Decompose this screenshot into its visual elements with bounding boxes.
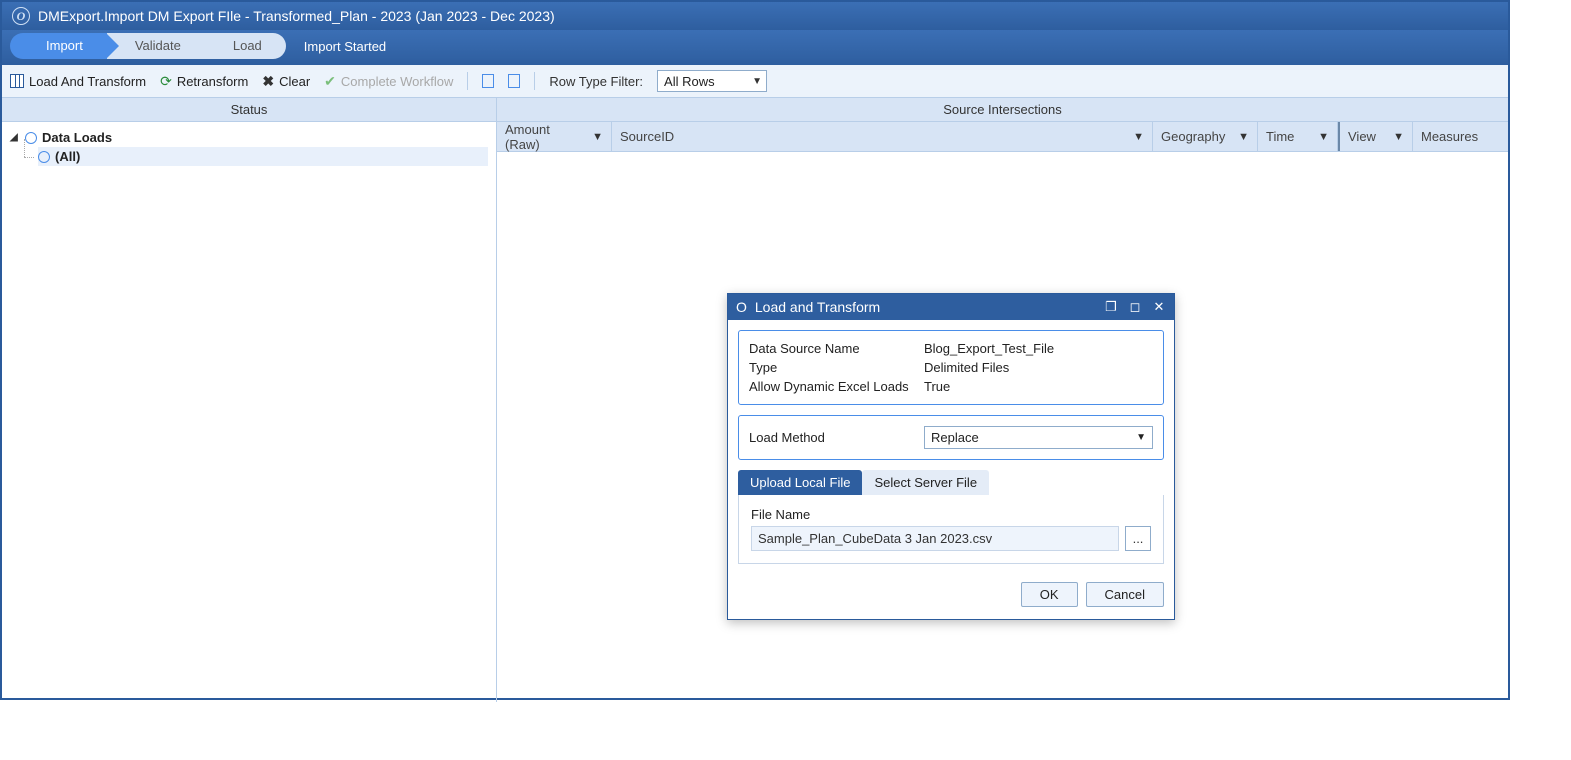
tab-upload-local-file[interactable]: Upload Local File	[738, 470, 862, 495]
grid-icon	[10, 74, 24, 88]
load-and-transform-button[interactable]: Load And Transform	[10, 74, 146, 89]
doc-action-2-button[interactable]	[508, 74, 520, 88]
retransform-button[interactable]: ⟳ Retransform	[160, 73, 248, 90]
x-icon: ✖	[262, 73, 274, 90]
toolbar: Load And Transform ⟳ Retransform ✖ Clear…	[2, 65, 1508, 98]
maximize-icon[interactable]: ◻	[1128, 300, 1142, 314]
ds-allow-label: Allow Dynamic Excel Loads	[749, 379, 924, 394]
ds-allow-value: True	[924, 379, 950, 394]
step-validate[interactable]: Validate	[107, 33, 205, 59]
file-source-tabs: Upload Local File Select Server File	[738, 470, 1164, 495]
row-type-filter-label: Row Type Filter:	[549, 74, 643, 89]
status-tree: ◢ Data Loads (All)	[2, 122, 496, 172]
toolbar-separator	[467, 72, 468, 90]
ds-type-label: Type	[749, 360, 924, 375]
ok-button[interactable]: OK	[1021, 582, 1078, 607]
document-icon	[482, 74, 494, 88]
toolbar-separator	[534, 72, 535, 90]
dialog-footer: OK Cancel	[728, 574, 1174, 619]
title-text: DMExport.Import DM Export FIle - Transfo…	[38, 8, 555, 24]
tree-caret-icon[interactable]: ◢	[10, 132, 20, 143]
load-method-fieldset: Load Method Replace ▼	[738, 415, 1164, 460]
file-name-input[interactable]: Sample_Plan_CubeData 3 Jan 2023.csv	[751, 526, 1119, 551]
tab-body: File Name Sample_Plan_CubeData 3 Jan 202…	[738, 495, 1164, 564]
browse-file-button[interactable]: ...	[1125, 526, 1151, 551]
refresh-icon: ⟳	[160, 73, 172, 90]
tab-select-server-file[interactable]: Select Server File	[862, 470, 989, 495]
close-icon[interactable]: ✕	[1152, 300, 1166, 314]
check-icon: ✔	[324, 73, 336, 90]
ds-type-value: Delimited Files	[924, 360, 1009, 375]
titlebar: O DMExport.Import DM Export FIle - Trans…	[2, 2, 1508, 30]
right-panel-header: Source Intersections	[497, 98, 1508, 122]
doc-action-1-button[interactable]	[482, 74, 494, 88]
tree-node-data-loads[interactable]: ◢ Data Loads	[10, 128, 488, 147]
file-name-label: File Name	[751, 507, 1151, 522]
complete-workflow-button: ✔ Complete Workflow	[324, 73, 453, 90]
dialog-titlebar: O Load and Transform ❐ ◻ ✕	[728, 294, 1174, 320]
filter-icon[interactable]: ▼	[1133, 131, 1144, 143]
tree-node-all[interactable]: (All)	[38, 147, 488, 166]
radio-icon	[25, 132, 37, 144]
load-method-select[interactable]: Replace ▼	[924, 426, 1153, 449]
col-view[interactable]: View ▼	[1338, 122, 1413, 151]
app-logo-icon: O	[736, 299, 747, 315]
step-status-text: Import Started	[304, 39, 386, 54]
document-icon	[508, 74, 520, 88]
filter-icon[interactable]: ▼	[1318, 131, 1329, 143]
left-panel: Status ◢ Data Loads (All)	[2, 98, 497, 702]
ds-name-value: Blog_Export_Test_File	[924, 341, 1054, 356]
load-transform-dialog: O Load and Transform ❐ ◻ ✕ Data Source N…	[727, 293, 1175, 620]
ds-name-label: Data Source Name	[749, 341, 924, 356]
col-sourceid[interactable]: SourceID ▼	[612, 122, 1153, 151]
chevron-down-icon: ▼	[752, 76, 762, 87]
col-measures[interactable]: Measures	[1413, 122, 1508, 151]
cancel-button[interactable]: Cancel	[1086, 582, 1164, 607]
dialog-body: Data Source Name Blog_Export_Test_File T…	[728, 320, 1174, 574]
col-geography[interactable]: Geography ▼	[1153, 122, 1258, 151]
col-time[interactable]: Time ▼	[1258, 122, 1338, 151]
filter-icon[interactable]: ▼	[592, 131, 603, 143]
load-method-label: Load Method	[749, 430, 924, 445]
radio-icon	[38, 151, 50, 163]
chevron-down-icon: ▼	[1136, 432, 1146, 443]
copy-icon[interactable]: ❐	[1104, 300, 1118, 314]
clear-button[interactable]: ✖ Clear	[262, 73, 310, 90]
col-amount-raw[interactable]: Amount (Raw) ▼	[497, 122, 612, 151]
filter-icon[interactable]: ▼	[1393, 131, 1404, 143]
columns-row: Amount (Raw) ▼ SourceID ▼ Geography ▼ Ti…	[497, 122, 1508, 152]
step-load[interactable]: Load	[205, 33, 286, 59]
app-logo-icon: O	[12, 7, 30, 25]
step-bar: Import Validate Load Import Started	[2, 30, 1508, 65]
data-source-info-fieldset: Data Source Name Blog_Export_Test_File T…	[738, 330, 1164, 405]
filter-icon[interactable]: ▼	[1238, 131, 1249, 143]
dialog-title-text: Load and Transform	[755, 299, 880, 315]
left-panel-header: Status	[2, 98, 496, 122]
row-type-filter-select[interactable]: All Rows ▼	[657, 70, 767, 92]
step-import[interactable]: Import	[10, 33, 107, 59]
